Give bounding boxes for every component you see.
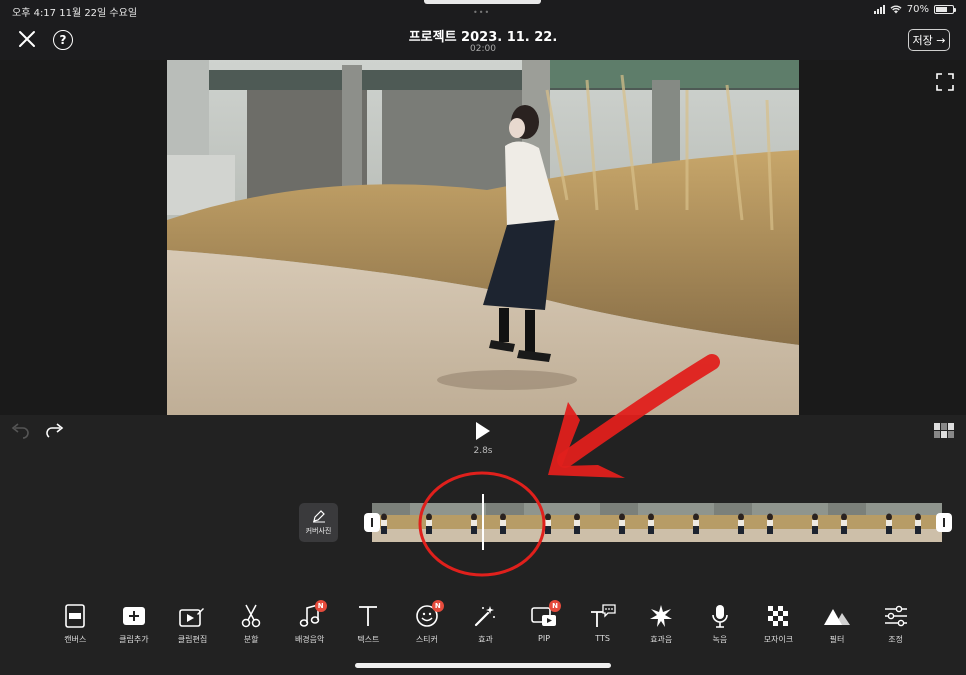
playhead-line[interactable] (482, 494, 484, 550)
add-clip-icon (120, 602, 148, 630)
save-label: 저장 → (912, 34, 946, 47)
tool-add-clip[interactable]: 클립추가 (105, 602, 164, 652)
tool-pip[interactable]: N PIP (515, 600, 574, 652)
music-note-icon: N (296, 600, 327, 630)
sound-effect-icon (647, 602, 675, 630)
tool-mosaic[interactable]: 모자이크 (749, 602, 808, 652)
tool-label: 필터 (829, 635, 845, 644)
new-badge: N (431, 600, 444, 612)
redo-icon[interactable] (45, 423, 65, 439)
tool-label: 조정 (888, 635, 903, 644)
clip-thumbnail (524, 503, 562, 542)
tool-adjust-sliders[interactable]: 조정 (866, 602, 925, 652)
trim-handle-left[interactable] (364, 513, 380, 532)
clip-thumbnail (714, 503, 752, 542)
clip-thumbnail (676, 503, 714, 542)
new-badge: N (549, 600, 562, 612)
tool-magic-wand[interactable]: 효과 (456, 602, 515, 652)
undo-icon[interactable] (10, 423, 30, 439)
tts-icon (589, 602, 617, 630)
tool-scissors[interactable]: 분할 (222, 602, 281, 652)
edit-clip-icon (178, 602, 206, 630)
clip-thumbnail (638, 503, 676, 542)
tool-canvas[interactable]: 캔버스 (46, 602, 105, 652)
trim-handle-right[interactable] (936, 513, 952, 532)
clip-thumbnail (790, 503, 828, 542)
multitask-dots-icon[interactable]: ••• (473, 8, 490, 17)
pip-icon: N (530, 600, 562, 630)
battery-percent: 70% (906, 4, 929, 15)
tool-label: 스티커 (415, 635, 438, 644)
status-time-date: 오후 4:17 11월 22일 수요일 (12, 8, 138, 19)
microphone-icon (706, 602, 734, 630)
project-duration: 02:00 (470, 44, 496, 54)
bottom-toolbar: 캔버스 클립추가 클립편집 분할 N 배경음악 텍스트 N 스티커 효과 N PIP TTS 효과음 녹음 모… (46, 600, 926, 652)
canvas-icon (61, 602, 89, 630)
playhead-time: 2.8s (473, 446, 493, 456)
tool-sticker[interactable]: N 스티커 (398, 600, 457, 652)
tool-label: 클립편집 (177, 635, 208, 644)
pencil-icon (312, 510, 325, 523)
text-icon (354, 602, 382, 630)
tool-label: TTS (595, 634, 610, 643)
wifi-icon (890, 5, 902, 14)
tool-label: 텍스트 (357, 635, 380, 644)
save-button[interactable]: 저장 → (908, 29, 950, 51)
cover-photo-label: 커버사진 (305, 527, 332, 535)
magic-wand-icon (471, 602, 499, 630)
layout-grid-icon[interactable] (934, 423, 954, 438)
tool-label: 캔버스 (64, 635, 87, 644)
clip-thumbnail (562, 503, 600, 542)
tool-edit-clip[interactable]: 클립편집 (163, 602, 222, 652)
tool-text[interactable]: 텍스트 (339, 602, 398, 652)
mosaic-icon (764, 602, 792, 630)
video-preview-frame[interactable] (167, 60, 799, 415)
tool-label: 효과 (478, 635, 493, 644)
cellular-signal-icon (873, 5, 885, 14)
tool-music-note[interactable]: N 배경음악 (280, 600, 339, 652)
clip-thumbnail (486, 503, 524, 542)
adjust-sliders-icon (882, 602, 910, 630)
tool-label: 클립추가 (119, 635, 149, 644)
clip-thumbnail (600, 503, 638, 542)
scissors-icon (237, 602, 265, 630)
tool-sound-effect[interactable]: 효과음 (632, 602, 691, 652)
battery-icon (934, 5, 956, 14)
clip-thumbnail (410, 503, 448, 542)
project-title: 프로젝트 2023. 11. 22. (408, 30, 558, 45)
home-indicator[interactable] (355, 663, 611, 668)
timeline-clip-strip[interactable] (364, 503, 966, 542)
tool-filter[interactable]: 필터 (808, 602, 867, 652)
sticker-icon: N (413, 600, 444, 630)
tool-label: PIP (538, 634, 551, 643)
video-frame-image (167, 60, 799, 415)
clip-thumbnail (448, 503, 486, 542)
tool-label: 효과음 (650, 635, 673, 644)
new-badge: N (314, 600, 327, 612)
multitask-handle[interactable] (424, 0, 541, 4)
video-preview-area (0, 60, 966, 415)
tool-label: 분할 (243, 635, 259, 644)
tool-label: 모자이크 (763, 635, 794, 644)
tool-label: 배경음악 (294, 635, 325, 644)
clip-thumbnail (752, 503, 790, 542)
clip-thumbnails (372, 503, 942, 542)
tool-microphone[interactable]: 녹음 (691, 602, 750, 652)
tool-tts[interactable]: TTS (573, 602, 632, 652)
play-icon[interactable] (474, 421, 492, 441)
clip-thumbnail (828, 503, 866, 542)
filter-icon (823, 602, 851, 630)
cover-photo-button[interactable]: 커버사진 (299, 503, 338, 542)
fullscreen-icon[interactable] (936, 73, 954, 91)
tool-label: 녹음 (712, 635, 728, 644)
status-indicators: 70% (873, 4, 956, 15)
clip-thumbnail (866, 503, 904, 542)
